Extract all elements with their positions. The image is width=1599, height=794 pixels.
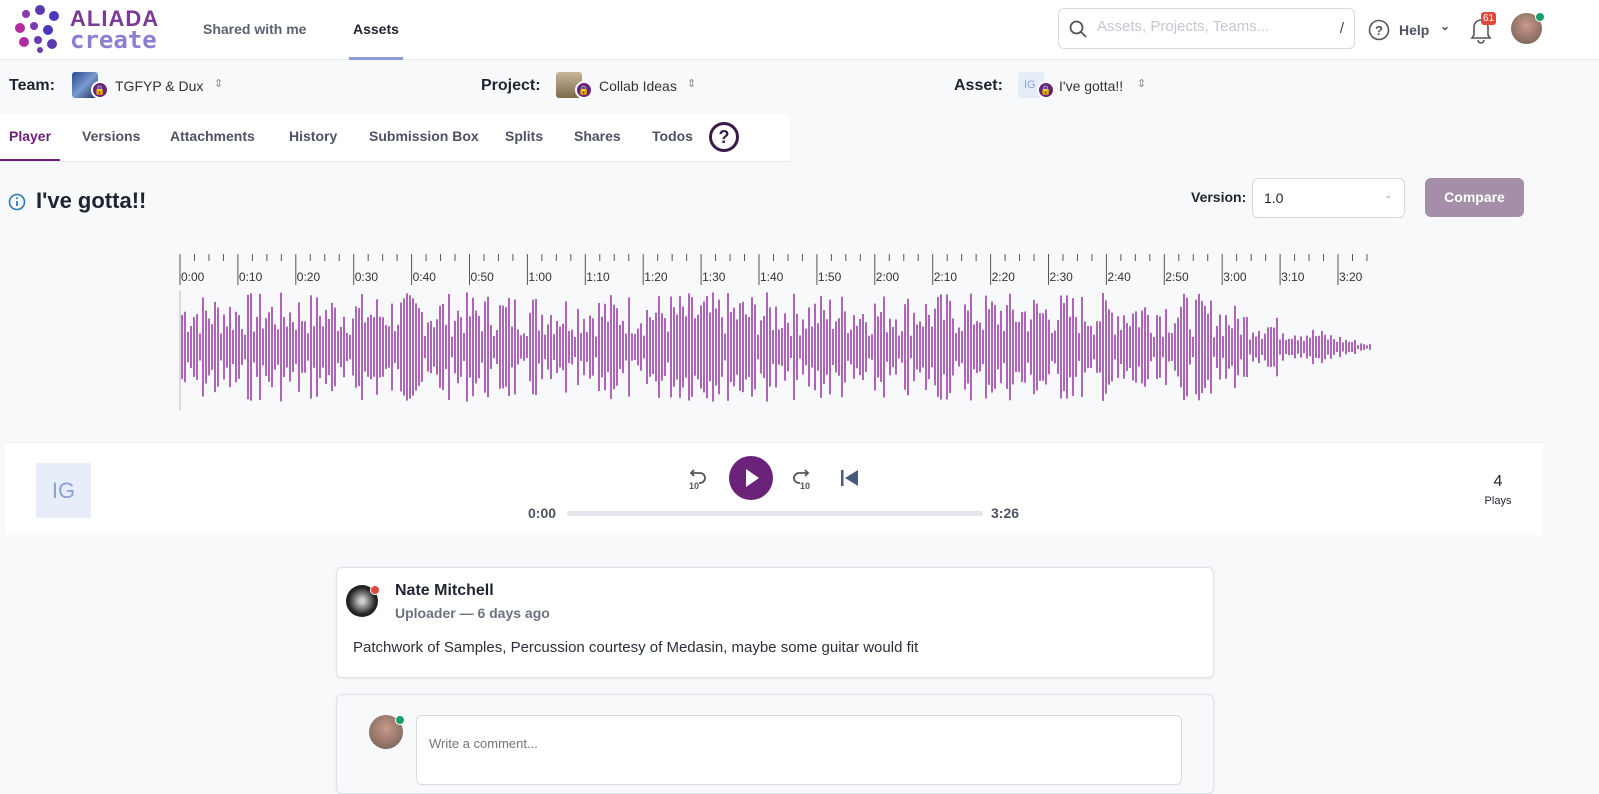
asset-tabs: Player Versions Attachments History Subm… — [0, 114, 789, 162]
search-icon — [1069, 20, 1087, 38]
play-count: 4 — [1493, 473, 1503, 490]
play-icon — [746, 469, 759, 487]
tab-submission-box[interactable]: Submission Box — [369, 114, 479, 161]
svg-text:?: ? — [1375, 23, 1383, 38]
logo-mark-icon — [15, 5, 59, 53]
comment-body: Patchwork of Samples, Percussion courtes… — [353, 639, 919, 656]
timeline-label: 0:30 — [355, 270, 379, 284]
notifications-button[interactable]: 61 — [1468, 12, 1497, 44]
tab-versions[interactable]: Versions — [82, 114, 140, 161]
tabs-help-button[interactable]: ? — [709, 122, 739, 152]
timeline-label: 2:40 — [1107, 270, 1131, 284]
tab-shares[interactable]: Shares — [574, 114, 621, 161]
asset-name: I've gotta!! — [1059, 78, 1124, 94]
top-bar: ALIADA create Shared with me Assets / ? … — [0, 0, 1599, 60]
timeline-label: 0:10 — [239, 270, 263, 284]
timeline-label: 1:20 — [644, 270, 668, 284]
tab-player[interactable]: Player — [0, 114, 61, 161]
sort-chevrons-icon: ⇕ — [687, 78, 697, 90]
notification-count-badge: 61 — [1481, 12, 1497, 25]
timeline-label: 3:10 — [1281, 270, 1305, 284]
play-button[interactable] — [729, 456, 773, 500]
timeline-label: 1:40 — [760, 270, 784, 284]
timeline-label: 3:00 — [1223, 270, 1247, 284]
aliada-create-logo[interactable]: ALIADA create — [14, 4, 158, 54]
timeline-label: 2:20 — [992, 270, 1016, 284]
duration: 3:26 — [991, 505, 1020, 521]
current-user-avatar — [369, 715, 405, 749]
lock-icon: 🔒 — [575, 81, 593, 99]
online-status-dot — [1535, 12, 1545, 22]
description-comment: Nate Mitchell Uploader — 6 days ago Patc… — [336, 567, 1214, 678]
team-name: TGFYP & Dux — [115, 78, 204, 94]
comment-input[interactable] — [416, 715, 1182, 785]
tab-history[interactable]: History — [289, 114, 337, 161]
seek-bar[interactable] — [567, 511, 983, 516]
tab-todos[interactable]: Todos — [652, 114, 693, 161]
version-label: Version: — [1191, 189, 1247, 205]
asset-label: Asset: — [954, 77, 1003, 94]
tab-splits[interactable]: Splits — [505, 114, 543, 161]
player-bar: IG 10 10 0:00 3:26 4 Plays — [5, 442, 1543, 535]
plays-label: Plays — [1484, 495, 1512, 507]
timeline-label: 3:20 — [1339, 270, 1363, 284]
chevron-down-icon: ⌄ — [1384, 190, 1392, 200]
asset-title: I've gotta!! — [36, 188, 147, 213]
nav-assets[interactable]: Assets — [349, 0, 403, 60]
timeline-label: 2:00 — [876, 270, 900, 284]
uploader-avatar[interactable] — [346, 585, 380, 617]
timeline-label: 0:40 — [413, 270, 437, 284]
timeline-label: 0:50 — [471, 270, 495, 284]
timeline-label: 1:00 — [528, 270, 552, 284]
lock-icon: 🔒 — [91, 81, 109, 99]
skip-to-start-icon[interactable] — [839, 467, 861, 489]
comment-meta: Uploader — 6 days ago — [395, 605, 550, 621]
search-box[interactable]: / — [1058, 8, 1355, 49]
timeline-label: 2:30 — [1050, 270, 1074, 284]
timeline-label: 0:20 — [297, 270, 321, 284]
lock-icon: 🔒 — [1037, 81, 1055, 99]
version-value: 1.0 — [1264, 190, 1284, 206]
timeline-label: 2:50 — [1165, 270, 1189, 284]
chevron-down-icon: ⌄ — [1440, 19, 1451, 33]
timeline-label: 1:50 — [818, 270, 842, 284]
search-shortcut: / — [1339, 20, 1344, 37]
timeline-label: 0:00 — [181, 270, 205, 284]
asset-artwork: IG — [36, 463, 91, 518]
sort-chevrons-icon: ⇕ — [214, 78, 224, 90]
forward-10-icon[interactable]: 10 — [790, 467, 814, 491]
status-dot — [370, 585, 380, 595]
nav-shared-with-me[interactable]: Shared with me — [203, 0, 306, 60]
timeline-label: 1:10 — [586, 270, 610, 284]
online-status-dot — [395, 715, 405, 725]
info-icon[interactable] — [8, 193, 26, 211]
help-label: Help — [1399, 22, 1430, 38]
tab-attachments[interactable]: Attachments — [170, 114, 255, 161]
version-select[interactable]: 1.0 ⌄ — [1252, 178, 1405, 218]
rewind-seconds: 10 — [689, 481, 699, 491]
project-name: Collab Ideas — [599, 78, 677, 94]
help-circle-icon: ? — [1368, 19, 1390, 41]
user-avatar[interactable] — [1511, 12, 1545, 44]
comment-composer — [336, 694, 1214, 794]
compare-button[interactable]: Compare — [1425, 178, 1524, 217]
forward-seconds: 10 — [800, 481, 810, 491]
comment-author[interactable]: Nate Mitchell — [395, 582, 494, 600]
project-label: Project: — [481, 77, 541, 94]
brand-line2: create — [70, 26, 157, 54]
waveform[interactable]: 0:00 0:10 0:20 0:30 0:40 0:50 1:00 1:10 1:20 1:30… — [0, 245, 1599, 445]
rewind-10-icon[interactable]: 10 — [685, 467, 709, 491]
timeline-label: 1:30 — [702, 270, 726, 284]
team-label: Team: — [9, 77, 55, 94]
timeline-label: 2:10 — [934, 270, 958, 284]
current-time: 0:00 — [528, 505, 557, 521]
search-input[interactable] — [1097, 18, 1327, 35]
sort-chevrons-icon: ⇕ — [1137, 78, 1147, 90]
